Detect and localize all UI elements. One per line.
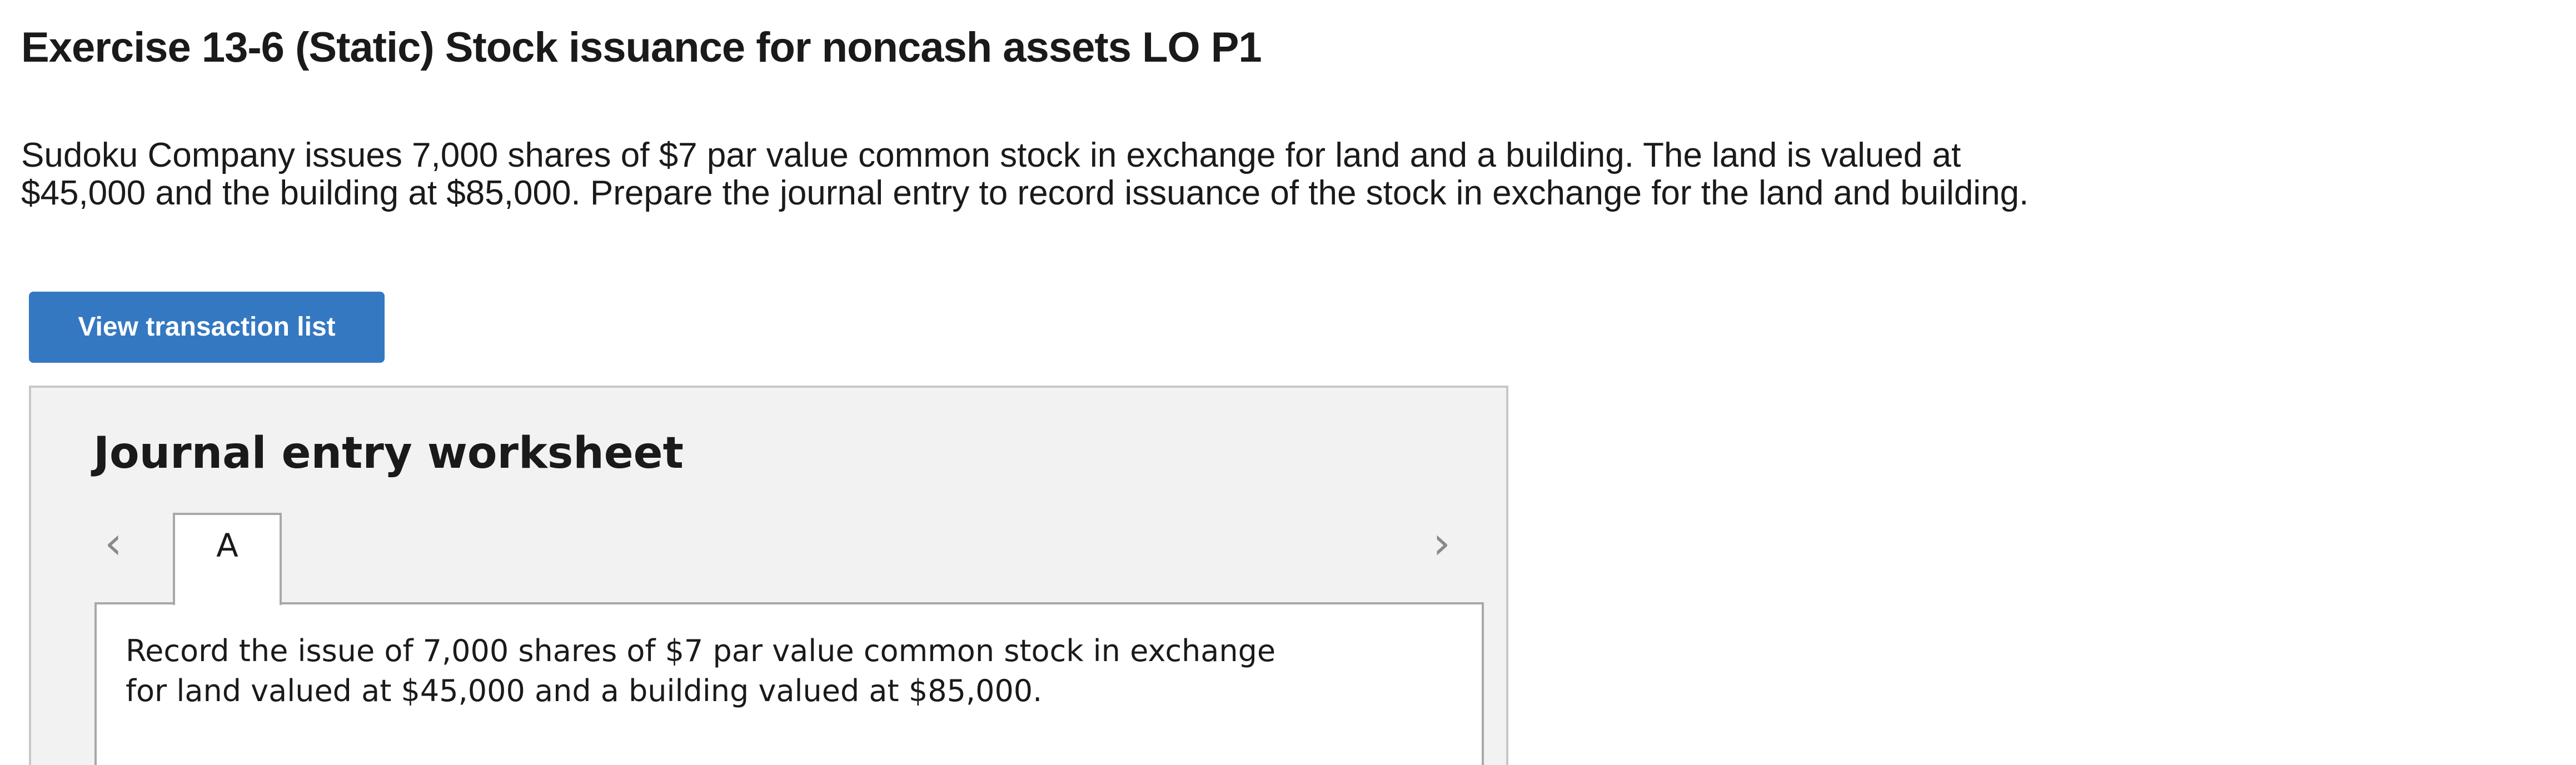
view-transaction-list-button[interactable]: View transaction list xyxy=(29,292,385,363)
chevron-right-icon[interactable]: › xyxy=(1425,521,1458,566)
journal-entry-worksheet: Journal entry worksheet ‹ A › Record the… xyxy=(29,386,1508,765)
entry-instruction: Record the issue of 7,000 shares of $7 p… xyxy=(126,631,1275,711)
exercise-title: Exercise 13-6 (Static) Stock issuance fo… xyxy=(21,24,1262,71)
exercise-prompt: Sudoku Company issues 7,000 shares of $7… xyxy=(21,137,2133,212)
chevron-left-icon[interactable]: ‹ xyxy=(97,521,130,566)
tab-a[interactable]: A xyxy=(173,513,282,605)
instruction-line: for land valued at $45,000 and a buildin… xyxy=(126,673,1043,708)
instruction-line: Record the issue of 7,000 shares of $7 p… xyxy=(126,633,1276,668)
tab-panel: Record the issue of 7,000 shares of $7 p… xyxy=(94,602,1484,765)
worksheet-title: Journal entry worksheet xyxy=(93,428,684,478)
prompt-line: $45,000 and the building at $85,000. Pre… xyxy=(21,174,2029,212)
prompt-line: Sudoku Company issues 7,000 shares of $7… xyxy=(21,136,1961,174)
